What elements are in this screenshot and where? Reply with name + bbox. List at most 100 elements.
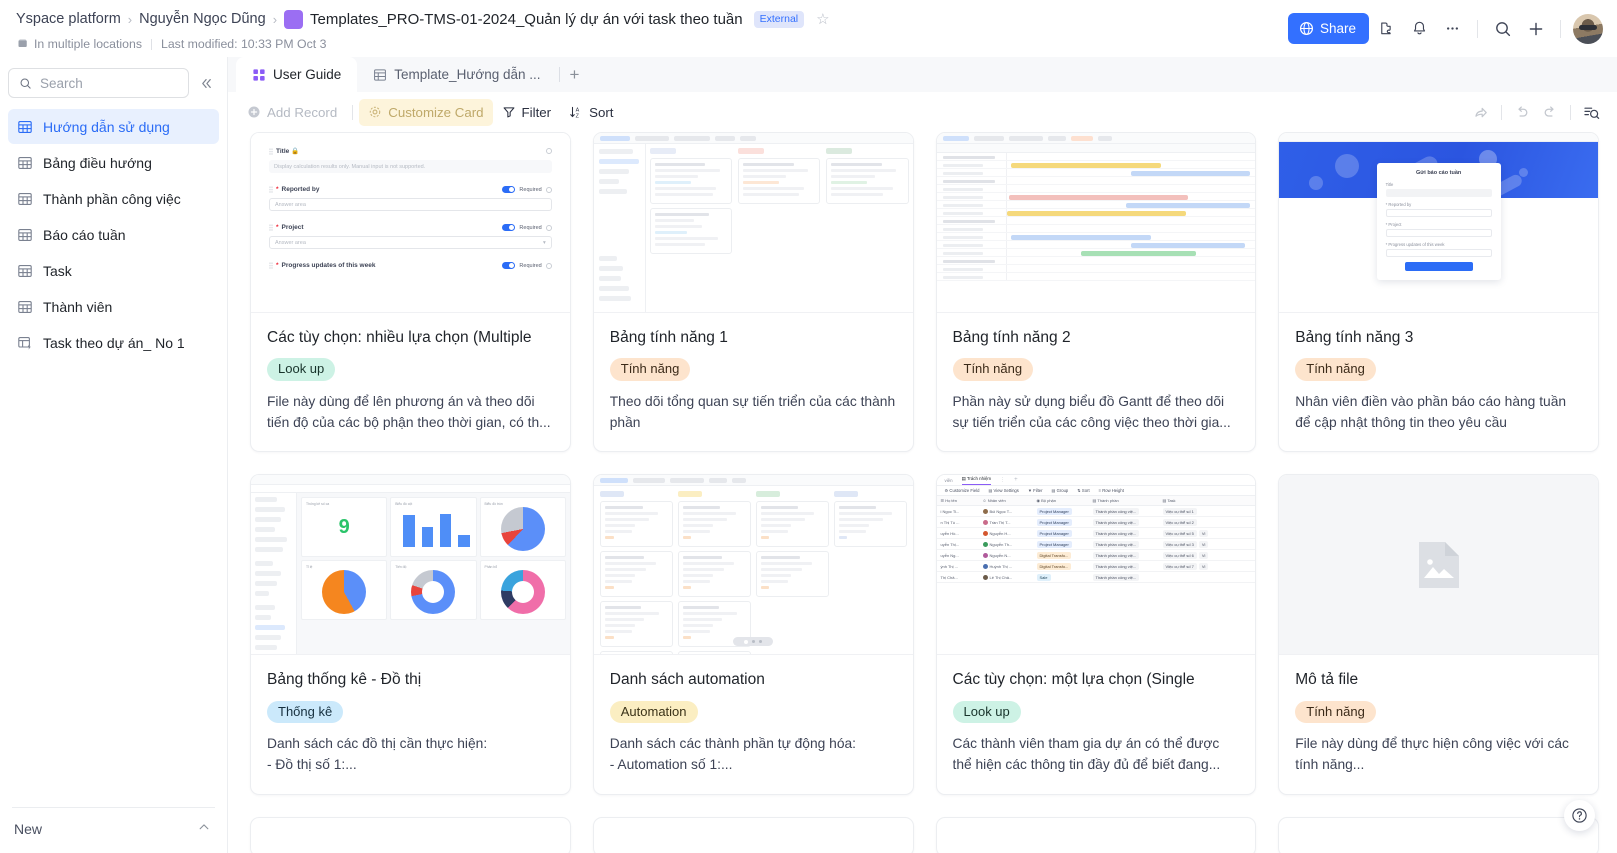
avatar[interactable] <box>1573 13 1603 44</box>
card-thumbnail: Gửi báo cáo tuần Title * Reported by * P… <box>1279 133 1598 313</box>
sidebar-item-label: Bảng điều hướng <box>43 154 152 171</box>
card-item[interactable]: Gửi báo cáo tuần Title * Reported by * P… <box>1278 132 1599 453</box>
card-title: Bảng thống kê - Đồ thị <box>267 671 422 689</box>
sidebar-nav: Hướng dẫn sử dụng Bảng điều hướng Thành … <box>0 107 227 360</box>
search-record-button[interactable] <box>1577 99 1605 126</box>
redo-icon <box>1544 106 1554 117</box>
image-placeholder-icon <box>1418 541 1459 588</box>
svg-text:Z: Z <box>576 113 580 119</box>
more-options-icon <box>1446 27 1459 30</box>
sidebar-item-thanh-phan-cong-viec[interactable]: Thành phần công việc <box>8 181 219 216</box>
add-record-button[interactable]: Add Record <box>238 99 346 126</box>
card-title: Bảng tính năng 2 <box>952 329 1071 346</box>
help-icon <box>1572 808 1587 823</box>
sidebar-item-bao-cao-tuan[interactable]: Báo cáo tuần <box>8 217 219 252</box>
card-thumbnail: viên ▤ Trách nhiệm ⋮ + ⚙ Customize Field… <box>936 475 1256 656</box>
body: Hướng dẫn sử dụng Bảng điều hướng Thành … <box>0 57 1617 853</box>
card-item[interactable] <box>1278 816 1599 853</box>
table-icon <box>17 263 34 279</box>
card-item[interactable]: Mô tả file Tính năng File này dùng để th… <box>1278 474 1599 795</box>
card-item[interactable] <box>935 816 1257 853</box>
share-view-button[interactable] <box>1467 99 1495 126</box>
notifications-button[interactable] <box>1404 13 1435 44</box>
share-arrow-icon <box>1475 107 1487 118</box>
breadcrumb: Yspace platform › Nguyễn Ngọc Dũng › Tem… <box>16 6 830 32</box>
sidebar-item-task[interactable]: Task <box>8 253 219 288</box>
collapse-sidebar-button[interactable] <box>195 70 217 96</box>
card-item[interactable]: Bảng tính năng 2 Tính năng Phần này sử d… <box>935 132 1257 453</box>
card-body: Các tùy chọn: một lựa chọn (Single Look … <box>937 655 1256 793</box>
card-tag: Tính năng <box>609 358 691 381</box>
redo-button[interactable] <box>1536 99 1564 126</box>
undo-icon <box>1518 106 1528 117</box>
meta-divider <box>151 38 152 50</box>
tab-template-huong-dan[interactable]: Template_Hướng dẫn ... <box>357 57 556 92</box>
table-icon <box>17 227 34 243</box>
sidebar-item-thanh-vien[interactable]: Thành viên <box>8 289 219 324</box>
sidebar-item-label: Task theo dự án_ No 1 <box>43 334 185 351</box>
share-button[interactable]: Share <box>1287 13 1369 44</box>
card-tag: Look up <box>267 358 336 381</box>
card-item[interactable]: Danh sách automation Automation Danh sác… <box>592 474 914 795</box>
dashboard-big-number: 9 <box>338 515 350 538</box>
card-tag: Tính năng <box>1295 700 1376 724</box>
card-item[interactable]: Title 🔒 Display calculation results only… <box>250 132 571 453</box>
extensions-button[interactable] <box>1371 13 1402 44</box>
search-input[interactable] <box>40 75 178 91</box>
undo-button[interactable] <box>1508 99 1536 126</box>
tab-user-guide[interactable]: User Guide <box>236 57 358 92</box>
card-item[interactable]: viên ▤ Trách nhiệm ⋮ + ⚙ Customize Field… <box>935 474 1257 795</box>
card-body: Bảng thống kê - Đồ thị Thống kê Danh sác… <box>251 655 570 793</box>
help-button[interactable] <box>1564 800 1595 831</box>
more-options-button[interactable] <box>1437 13 1468 44</box>
chevron-up-icon[interactable] <box>197 820 211 837</box>
chevron-double-left-icon <box>201 78 211 88</box>
card-thumbnail: Title 🔒 Display calculation results only… <box>251 133 570 313</box>
puzzle-icon <box>1381 22 1391 35</box>
sidebar-item-bang-dieu-huong[interactable]: Bảng điều hướng <box>8 145 219 180</box>
toolbar-divider-1 <box>1477 19 1478 38</box>
sidebar-item-label: Thành viên <box>43 298 113 315</box>
breadcrumb-item-workspace[interactable]: Yspace platform <box>16 11 121 27</box>
toolbar-divider <box>352 104 354 120</box>
card-tag: Tính năng <box>952 358 1034 381</box>
filter-button[interactable]: Filter <box>493 99 561 126</box>
cards-grid: Title 🔒 Display calculation results only… <box>250 132 1599 853</box>
dashboard-preview: Thống kê số ca 9 Biểu đồ cột Biểu đồ tròn… <box>251 475 570 655</box>
cards-scroll-area[interactable]: Title 🔒 Display calculation results only… <box>228 132 1617 853</box>
card-description: Nhân viên điền vào phần báo cáo hàng tuầ… <box>1295 393 1567 430</box>
add-tab-button[interactable]: + <box>562 62 588 88</box>
card-title: Danh sách automation <box>609 671 765 689</box>
add-button[interactable] <box>1520 13 1551 44</box>
table-icon <box>17 191 34 207</box>
add-record-label: Add Record <box>267 104 338 120</box>
table-bolt-icon <box>17 335 34 351</box>
card-item[interactable] <box>592 816 914 853</box>
card-tag: Automation <box>609 700 698 724</box>
card-item[interactable]: Bảng tính năng 1 Tính năng Theo dõi tổng… <box>592 132 914 453</box>
toolbar-divider-2 <box>1560 19 1561 38</box>
card-title: Bảng tính năng 1 <box>609 329 728 346</box>
breadcrumb-item-user[interactable]: Nguyễn Ngọc Dũng <box>139 11 266 27</box>
card-description: File này dùng để thực hiện công việc với… <box>1295 736 1569 772</box>
sidebar-item-task-theo-du-an[interactable]: Task theo dự án_ No 1 <box>8 325 219 360</box>
main-area: User Guide Template_Hướng dẫn ... + Add … <box>228 57 1617 853</box>
sidebar-new-section[interactable]: New <box>0 808 227 853</box>
global-search-button[interactable] <box>1487 13 1518 44</box>
customize-card-button[interactable]: Customize Card <box>359 98 493 126</box>
toolbar-divider-3 <box>1570 104 1571 120</box>
star-icon[interactable]: ☆ <box>816 10 829 28</box>
toolbar-divider-2 <box>1501 104 1502 120</box>
sidebar-item-label: Báo cáo tuần <box>43 226 126 243</box>
sidebar-item-label: Hướng dẫn sử dụng <box>43 118 170 135</box>
last-modified-text: Last modified: 10:33 PM Oct 3 <box>161 37 327 51</box>
card-item[interactable]: Thống kê số ca 9 Biểu đồ cột Biểu đồ tròn… <box>250 474 571 795</box>
sidebar-search-row <box>0 57 227 107</box>
search-box[interactable] <box>8 68 189 98</box>
sidebar-item-label: Task <box>43 262 72 279</box>
sort-button[interactable]: AZ Sort <box>560 99 622 126</box>
filter-label: Filter <box>521 104 552 120</box>
sidebar-item-huong-dan-su-dung[interactable]: Hướng dẫn sử dụng <box>8 109 219 144</box>
card-item[interactable] <box>250 816 571 853</box>
